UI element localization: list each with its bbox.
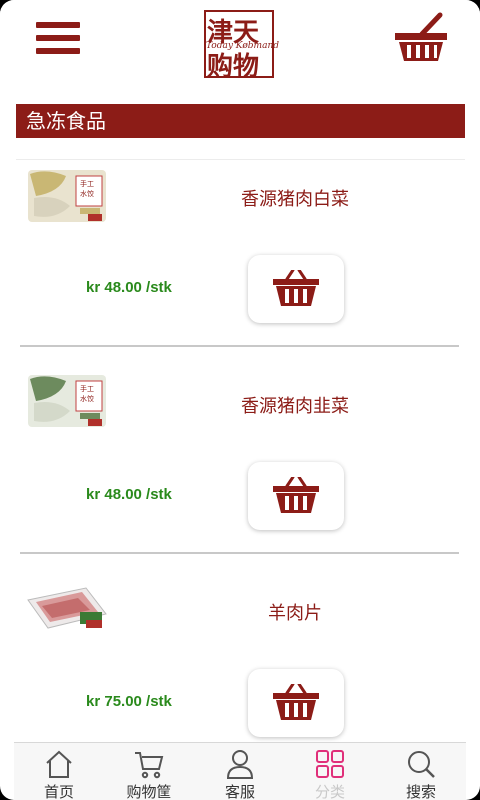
lamb-slices-package-image[interactable]	[26, 580, 108, 640]
product-name[interactable]: 羊肉片	[140, 599, 450, 625]
add-to-basket-button[interactable]	[248, 255, 344, 323]
basket-icon	[273, 270, 319, 306]
header: 津天 Today Købmand 购物	[0, 0, 480, 95]
home-icon	[46, 750, 72, 778]
logo-line2: 购物	[207, 52, 260, 82]
product-price: kr 75.00 /stk	[86, 693, 172, 710]
shopping-basket-icon[interactable]	[392, 12, 450, 64]
svg-text:手工: 手工	[80, 384, 94, 393]
product-price: kr 48.00 /stk	[86, 279, 172, 296]
nav-cart[interactable]: 购物筐	[104, 743, 194, 800]
nav-search[interactable]: 搜索	[376, 743, 466, 800]
dumpling-package-image[interactable]: 手工 水饺	[26, 166, 108, 226]
basket-icon	[273, 477, 319, 513]
cart-icon	[135, 752, 164, 779]
search-icon	[408, 751, 435, 778]
nav-service[interactable]: 客服	[195, 743, 285, 800]
divider	[20, 552, 459, 554]
nav-label: 首页	[43, 783, 74, 800]
bottom-nav: 首页 购物筐 客服 分类 搜索	[14, 742, 466, 800]
product-name[interactable]: 香源猪肉韭菜	[140, 392, 450, 418]
svg-text:水饺: 水饺	[80, 394, 94, 403]
nav-label: 购物筐	[126, 783, 172, 800]
basket-icon	[273, 684, 319, 720]
product-price: kr 48.00 /stk	[86, 486, 172, 503]
add-to-basket-button[interactable]	[248, 669, 344, 737]
user-icon	[226, 750, 254, 779]
svg-text:水饺: 水饺	[80, 189, 94, 198]
category-title: 急冻食品	[16, 104, 465, 138]
nav-label: 搜索	[405, 783, 436, 800]
app-screen: 津天 Today Købmand 购物 急冻食品 手工 水饺 香源猪肉白菜 kr…	[0, 0, 480, 800]
nav-home[interactable]: 首页	[14, 743, 104, 800]
svg-text:手工: 手工	[80, 179, 94, 188]
add-to-basket-button[interactable]	[248, 462, 344, 530]
grid-icon	[316, 750, 344, 778]
product-name[interactable]: 香源猪肉白菜	[140, 185, 450, 211]
store-logo[interactable]: 津天 Today Købmand 购物	[196, 8, 284, 82]
divider	[20, 345, 459, 347]
hamburger-menu-icon[interactable]	[36, 20, 82, 56]
nav-label: 分类	[314, 783, 345, 800]
nav-category[interactable]: 分类	[285, 743, 375, 800]
nav-label: 客服	[224, 783, 255, 800]
divider	[16, 159, 465, 160]
dumpling-package-image[interactable]: 手工 水饺	[26, 371, 108, 431]
